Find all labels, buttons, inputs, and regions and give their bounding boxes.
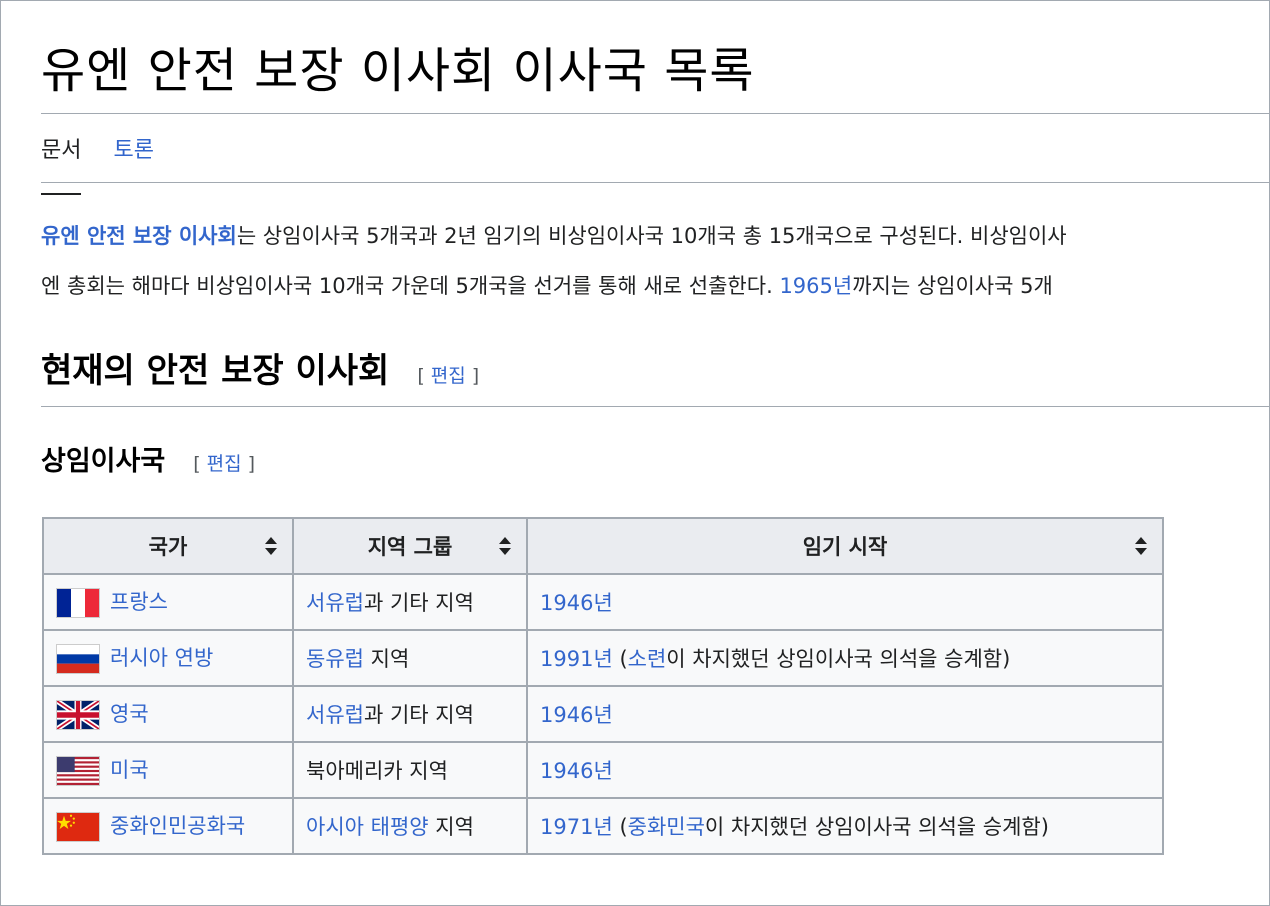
country-cell: 러시아 연방 (42, 629, 294, 687)
country-cell: 미국 (42, 741, 294, 799)
table-row: 러시아 연방 동유럽 지역 1991년 (소련이 차지했던 상임이사국 의석을 … (42, 629, 1164, 687)
year-1965-link[interactable]: 1965년 (779, 274, 852, 298)
page-title: 유엔 안전 보장 이사회 이사국 목록 (41, 43, 755, 99)
country-cell: 영국 (42, 685, 294, 743)
country-link[interactable]: 프랑스 (110, 590, 168, 614)
intro-text: 까지는 상임이사국 5개 (852, 274, 1053, 298)
year-link[interactable]: 1946년 (540, 703, 613, 727)
column-header-region[interactable]: 지역 그룹 (292, 517, 528, 575)
france-flag-icon (56, 588, 100, 618)
country-link[interactable]: 영국 (110, 702, 149, 726)
edit-link[interactable]: 편집 (431, 365, 466, 387)
section-current-heading: 현재의 안전 보장 이사회 [편집] (41, 343, 479, 392)
table-row: 영국 서유럽과 기타 지역 1946년 (42, 685, 1164, 743)
intro-paragraph: 유엔 안전 보장 이사회는 상임이사국 5개국과 2년 임기의 비상임이사국 1… (41, 211, 1270, 311)
edit-section: [편집] (193, 453, 256, 475)
term-start-cell: 1991년 (소련이 차지했던 상임이사국 의석을 승계함) (526, 629, 1164, 687)
year-link[interactable]: 1946년 (540, 759, 613, 783)
uk-flag-icon (56, 700, 100, 730)
term-start-cell: 1946년 (526, 573, 1164, 631)
year-link[interactable]: 1991년 (540, 647, 613, 671)
china-flag-icon (56, 812, 100, 842)
russia-flag-icon (56, 644, 100, 674)
tab-talk[interactable]: 토론 (113, 131, 153, 183)
usa-flag-icon (56, 756, 100, 786)
column-header-country[interactable]: 국가 (42, 517, 294, 575)
country-link[interactable]: 러시아 연방 (110, 646, 213, 670)
country-link[interactable]: 미국 (110, 758, 149, 782)
region-cell: 서유럽과 기타 지역 (292, 685, 528, 743)
term-start-cell: 1946년 (526, 741, 1164, 799)
security-council-link[interactable]: 유엔 안전 보장 이사회 (41, 224, 237, 248)
sort-icon[interactable] (498, 536, 512, 556)
region-link[interactable]: 동유럽 (306, 647, 364, 671)
year-link[interactable]: 1971년 (540, 815, 613, 839)
region-cell: 서유럽과 기타 지역 (292, 573, 528, 631)
section-heading: 현재의 안전 보장 이사회 (41, 351, 390, 391)
column-header-term-start[interactable]: 임기 시작 (526, 517, 1164, 575)
permanent-members-table: 국가 지역 그룹 임기 시작 프랑스 서유럽과 기타 지역 1946년 러시아 … (42, 517, 1164, 855)
tabs-divider (41, 182, 1269, 183)
page-tabs: 문서 토론 (41, 131, 186, 195)
region-cell: 아시아 태평양 지역 (292, 797, 528, 855)
country-cell: 프랑스 (42, 573, 294, 631)
table-row: 중화인민공화국 아시아 태평양 지역 1971년 (중화민국이 차지했던 상임이… (42, 797, 1164, 855)
predecessor-link[interactable]: 소련 (628, 647, 667, 671)
subsection-heading: 상임이사국 (41, 446, 166, 477)
title-divider (41, 113, 1269, 114)
intro-text: 엔 총회는 해마다 비상임이사국 10개국 가운데 5개국을 선거를 통해 새로… (41, 274, 780, 298)
section-divider (41, 406, 1269, 407)
region-link[interactable]: 서유럽 (306, 591, 364, 615)
country-link[interactable]: 중화인민공화국 (110, 814, 245, 838)
region-cell: 동유럽 지역 (292, 629, 528, 687)
table-row: 프랑스 서유럽과 기타 지역 1946년 (42, 573, 1164, 631)
tab-article[interactable]: 문서 (41, 131, 82, 195)
edit-link[interactable]: 편집 (207, 453, 242, 475)
country-cell: 중화인민공화국 (42, 797, 294, 855)
year-link[interactable]: 1946년 (540, 591, 613, 615)
region-link[interactable]: 서유럽 (306, 703, 364, 727)
term-start-cell: 1971년 (중화민국이 차지했던 상임이사국 의석을 승계함) (526, 797, 1164, 855)
term-start-cell: 1946년 (526, 685, 1164, 743)
edit-section: [편집] (417, 365, 480, 387)
predecessor-link[interactable]: 중화민국 (628, 815, 705, 839)
region-link[interactable]: 아시아 태평양 (306, 815, 429, 839)
section-permanent-heading: 상임이사국 [편집] (41, 439, 255, 478)
sort-icon[interactable] (264, 536, 278, 556)
intro-text: 는 상임이사국 5개국과 2년 임기의 비상임이사국 10개국 총 15개국으로… (236, 224, 1067, 248)
region-cell: 북아메리카 지역 (292, 741, 528, 799)
sort-icon[interactable] (1134, 536, 1148, 556)
table-row: 미국 북아메리카 지역 1946년 (42, 741, 1164, 799)
